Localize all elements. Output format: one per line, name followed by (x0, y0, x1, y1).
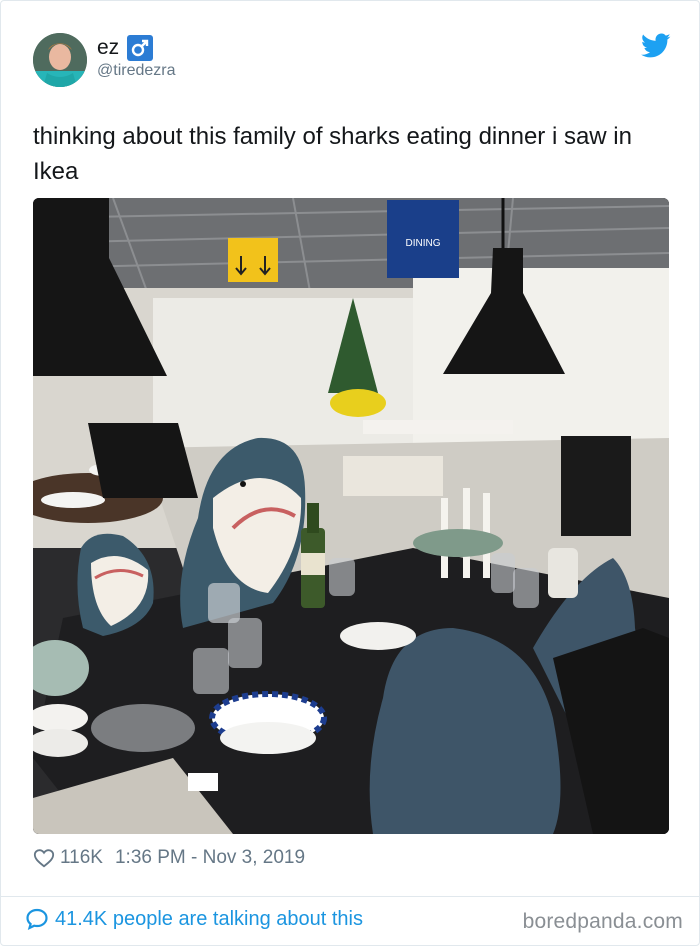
name-row: ez (97, 35, 154, 61)
heart-icon[interactable] (33, 847, 55, 869)
tweet-card: ez @tiredezra thinking about this family… (0, 0, 700, 946)
twitter-bird-icon[interactable] (641, 33, 671, 59)
dining-sign: DINING (406, 238, 441, 249)
tweet-text: thinking about this family of sharks eat… (33, 123, 632, 185)
tweet-photo[interactable]: DINING (33, 198, 669, 834)
talking-count: 41.4K people are talking about this (55, 907, 363, 930)
male-sign-icon (127, 35, 154, 61)
timestamp[interactable]: 1:36 PM - Nov 3, 2019 (115, 847, 305, 869)
user-handle[interactable]: @tiredezra (97, 62, 176, 80)
conversation-link[interactable]: 41.4K people are talking about this (25, 907, 363, 931)
watermark: boredpanda.com (522, 910, 683, 933)
like-count[interactable]: 116K (60, 847, 103, 869)
footer-divider (1, 896, 699, 897)
display-name[interactable]: ez (97, 36, 119, 60)
speech-bubble-icon (25, 907, 49, 931)
avatar[interactable] (33, 33, 87, 87)
tweet-meta: 116K 1:36 PM - Nov 3, 2019 (33, 847, 305, 869)
